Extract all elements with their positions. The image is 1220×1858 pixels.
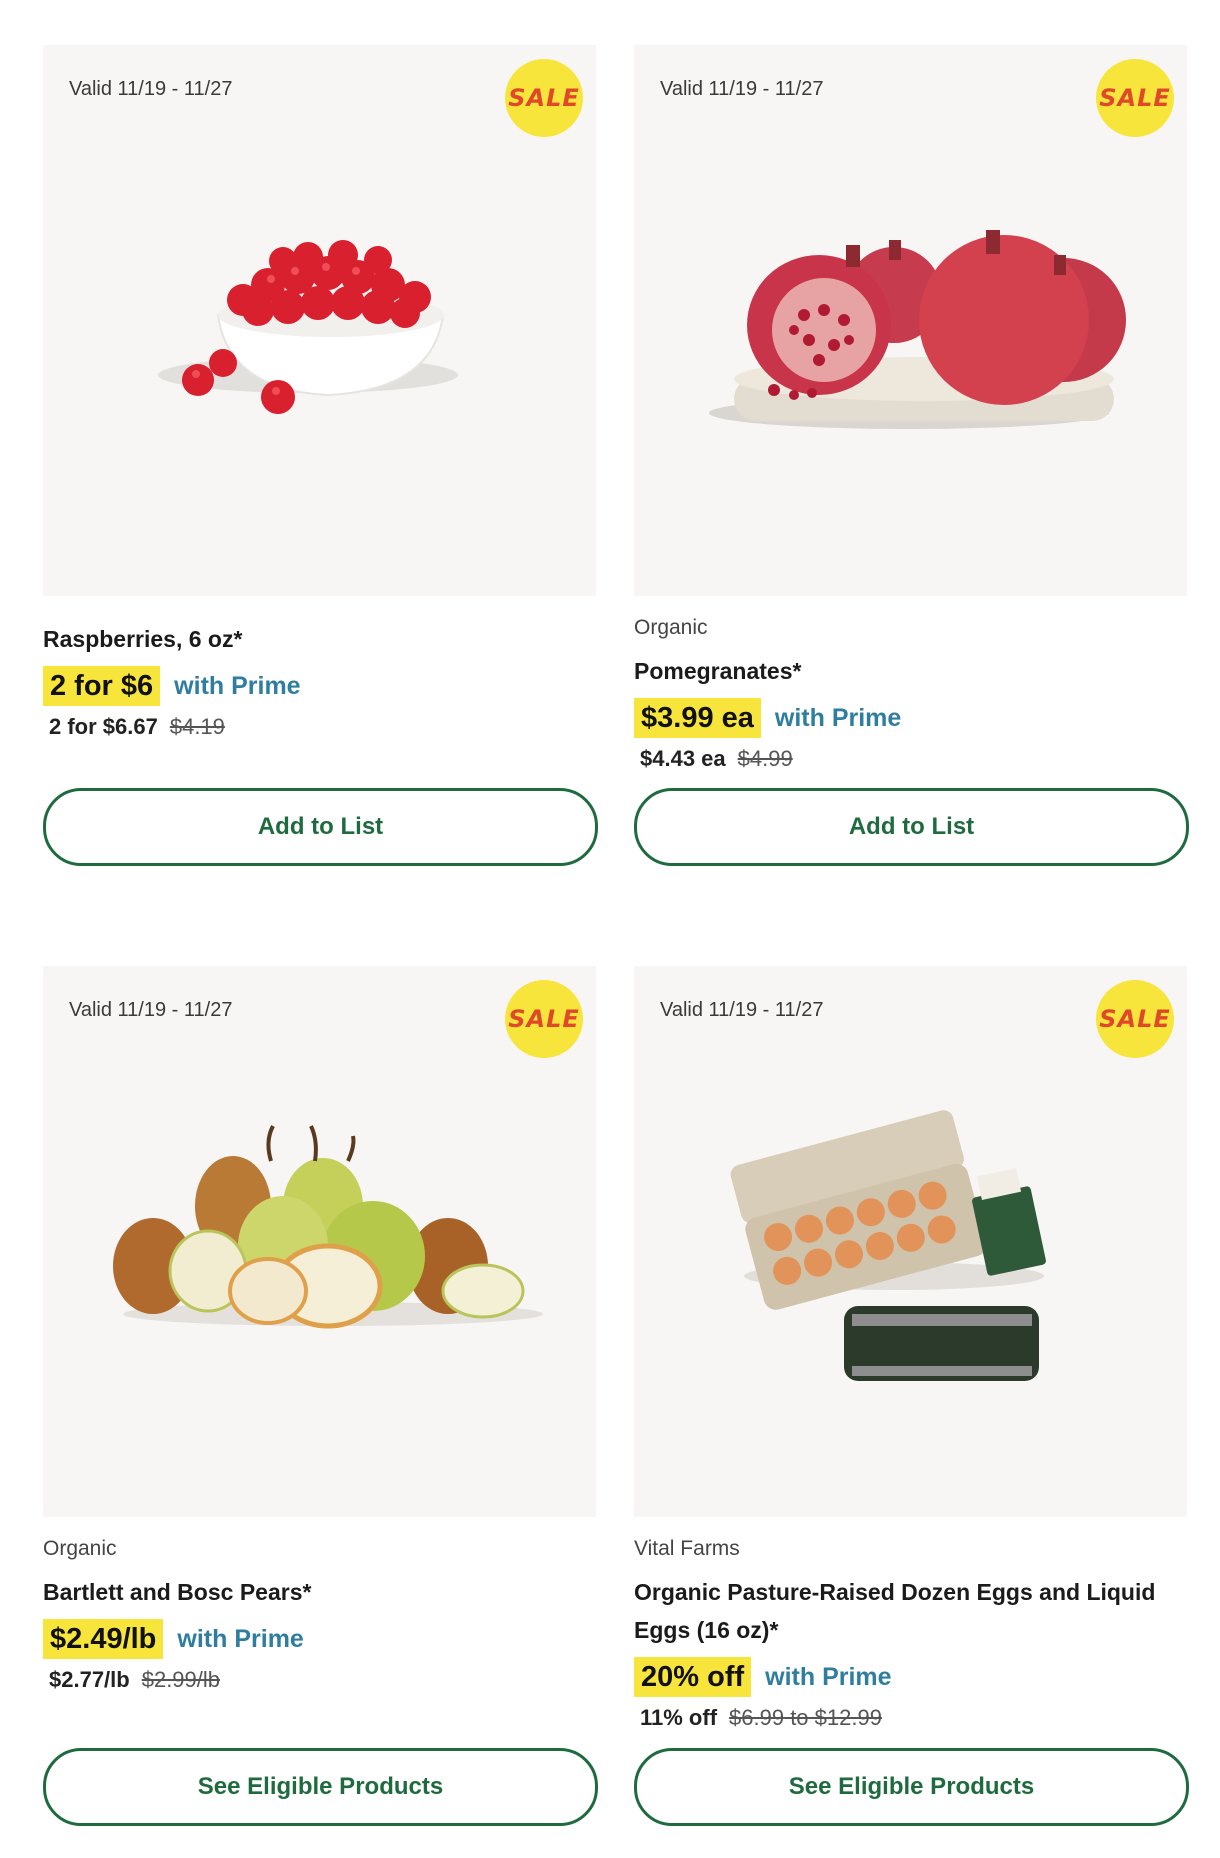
prime-price: 20% off [634,1657,752,1697]
product-info: Raspberries, 6 oz* 2 for $6 with Prime 2… [43,596,596,740]
sale-badge: SALE [1096,59,1174,137]
product-name[interactable]: Raspberries, 6 oz* [43,620,596,658]
prime-price-row: 2 for $6 with Prime [43,666,596,706]
sale-badge: SALE [1096,980,1174,1058]
prime-price: $3.99 ea [634,698,761,738]
regular-price-row: 11% off $6.99 to $12.99 [634,1705,1187,1731]
original-price: $4.19 [169,714,225,739]
product-card: Valid 11/19 - 11/27 SALE Organic Pomegra… [634,45,1189,866]
regular-price-row: 2 for $6.67 $4.19 [43,714,596,740]
regular-price: $2.77/lb [49,1667,130,1692]
with-prime-label: with Prime [774,703,902,732]
prime-price-row: $2.49/lb with Prime [43,1619,596,1659]
product-grid: Valid 11/19 - 11/27 SALE Raspberries, 6 … [0,0,1220,1858]
product-card: Valid 11/19 - 11/27 SALE Raspberries, 6 … [43,45,598,866]
product-info: Organic Pomegranates* $3.99 ea with Prim… [634,596,1187,772]
valid-dates: Valid 11/19 - 11/27 [660,78,824,100]
original-price: $2.99/lb [141,1667,221,1692]
regular-price-row: $4.43 ea $4.99 [634,746,1187,772]
product-image-area[interactable]: Valid 11/19 - 11/27 SALE [43,45,596,596]
with-prime-label: with Prime [177,1624,304,1653]
with-prime-label: with Prime [765,1662,892,1691]
sale-badge: SALE [505,980,583,1058]
eggs-image [730,1110,1046,1381]
product-brand: Vital Farms [634,1537,740,1560]
product-info: Organic Bartlett and Bosc Pears* $2.49/l… [43,1517,596,1693]
prime-price: 2 for $6 [43,666,161,706]
product-brand: Organic [634,616,708,639]
original-price: $6.99 to $12.99 [729,1705,882,1730]
product-image-area[interactable]: Valid 11/19 - 11/27 SALE [634,45,1187,596]
product-name[interactable]: Organic Pasture-Raised Dozen Eggs and Li… [634,1573,1187,1649]
product-image-area[interactable]: Valid 11/19 - 11/27 SALE [43,966,596,1517]
product-brand: Organic [43,1537,117,1560]
product-name[interactable]: Bartlett and Bosc Pears* [43,1573,596,1611]
regular-price: $4.43 ea [640,746,726,771]
with-prime-label: with Prime [174,671,301,700]
regular-price: 11% off [640,1705,718,1730]
prime-price-row: $3.99 ea with Prime [634,698,1187,738]
product-card: Valid 11/19 - 11/27 SALE Vital Farms Org… [634,966,1189,1826]
product-info: Vital Farms Organic Pasture-Raised Dozen… [634,1517,1187,1731]
add-to-list-button[interactable]: Add to List [43,788,598,866]
valid-dates: Valid 11/19 - 11/27 [69,78,233,100]
add-to-list-button[interactable]: Add to List [634,788,1189,866]
pomegranates-image [709,230,1126,429]
regular-price-row: $2.77/lb $2.99/lb [43,1667,596,1693]
see-eligible-products-button[interactable]: See Eligible Products [43,1748,598,1826]
sale-badge: SALE [505,59,583,137]
product-name[interactable]: Pomegranates* [634,652,1187,690]
valid-dates: Valid 11/19 - 11/27 [69,999,233,1021]
product-image-area[interactable]: Valid 11/19 - 11/27 SALE [634,966,1187,1517]
prime-price-row: 20% off with Prime [634,1657,1187,1697]
raspberries-image [158,240,458,414]
valid-dates: Valid 11/19 - 11/27 [660,999,824,1021]
prime-price: $2.49/lb [43,1619,164,1659]
see-eligible-products-button[interactable]: See Eligible Products [634,1748,1189,1826]
pears-image [113,1125,543,1329]
original-price: $4.99 [737,746,793,771]
product-card: Valid 11/19 - 11/27 SALE Organic Bartlet… [43,966,598,1826]
regular-price: 2 for $6.67 [49,714,158,739]
